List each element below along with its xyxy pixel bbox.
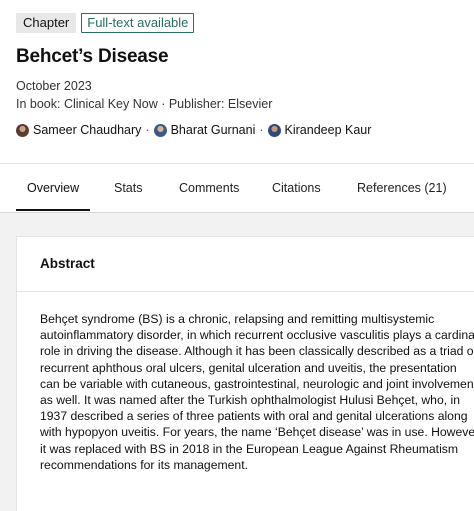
publication-date: October 2023 [16,79,92,93]
abstract-line: 1937 described a series of three patient… [40,409,468,424]
tab-references[interactable]: References (21) [357,181,447,195]
fulltext-available-badge[interactable]: Full-text available [81,13,195,33]
abstract-line: recurrent aphthous oral ulcers, genital … [40,360,457,375]
publication-badges: Chapter Full-text available [16,13,195,33]
chapter-badge: Chapter [16,13,77,33]
abstract-line: with hypopyon uveitis. For years, the na… [40,425,474,440]
author-name: Sameer Chaudhary [33,123,142,137]
divider [17,291,474,292]
abstract-line: can be variable with cutaneous, gastroin… [40,376,474,391]
page-title: Behcet’s Disease [16,46,169,67]
abstract-line: it was replaced with BS in 2018 in the E… [40,441,459,456]
abstract-text: Behçet syndrome (BS) is a chronic, relap… [40,311,474,473]
tab-citations[interactable]: Citations [272,181,321,195]
abstract-line: autoinflammatory disorder, in which recu… [40,328,474,343]
author-avatar-icon [267,123,281,137]
book-publisher-line: In book: Clinical Key Now · Publisher: E… [16,97,273,111]
author-separator: · [259,123,264,137]
tab-overview[interactable]: Overview [27,181,79,195]
tab-bar: Overview Stats Comments Citations Refere… [0,164,474,212]
abstract-line: role in driving the disease. Although it… [40,344,474,359]
tab-stats[interactable]: Stats [114,181,143,195]
author-name: Kirandeep Kaur [284,123,372,137]
author-name: Bharat Gurnani [170,123,256,137]
abstract-card: Abstract Behçet syndrome (BS) is a chron… [16,236,474,511]
author-list: Sameer Chaudhary · Bharat Gurnani · Kira… [16,123,371,137]
abstract-heading: Abstract [40,256,95,271]
author-avatar-icon [153,123,167,137]
active-tab-indicator [16,209,90,211]
abstract-line: recommendations for its management. [40,457,248,472]
tab-comments[interactable]: Comments [179,181,239,195]
author-link[interactable]: Bharat Gurnani [153,123,256,137]
abstract-line: as well. It was named after the Turkish … [40,393,460,408]
author-avatar-icon [16,123,29,137]
abstract-line: Behçet syndrome (BS) is a chronic, relap… [40,312,435,326]
author-link[interactable]: Kirandeep Kaur [267,123,372,137]
author-link[interactable]: Sameer Chaudhary [16,123,141,137]
author-separator: · [145,123,150,137]
